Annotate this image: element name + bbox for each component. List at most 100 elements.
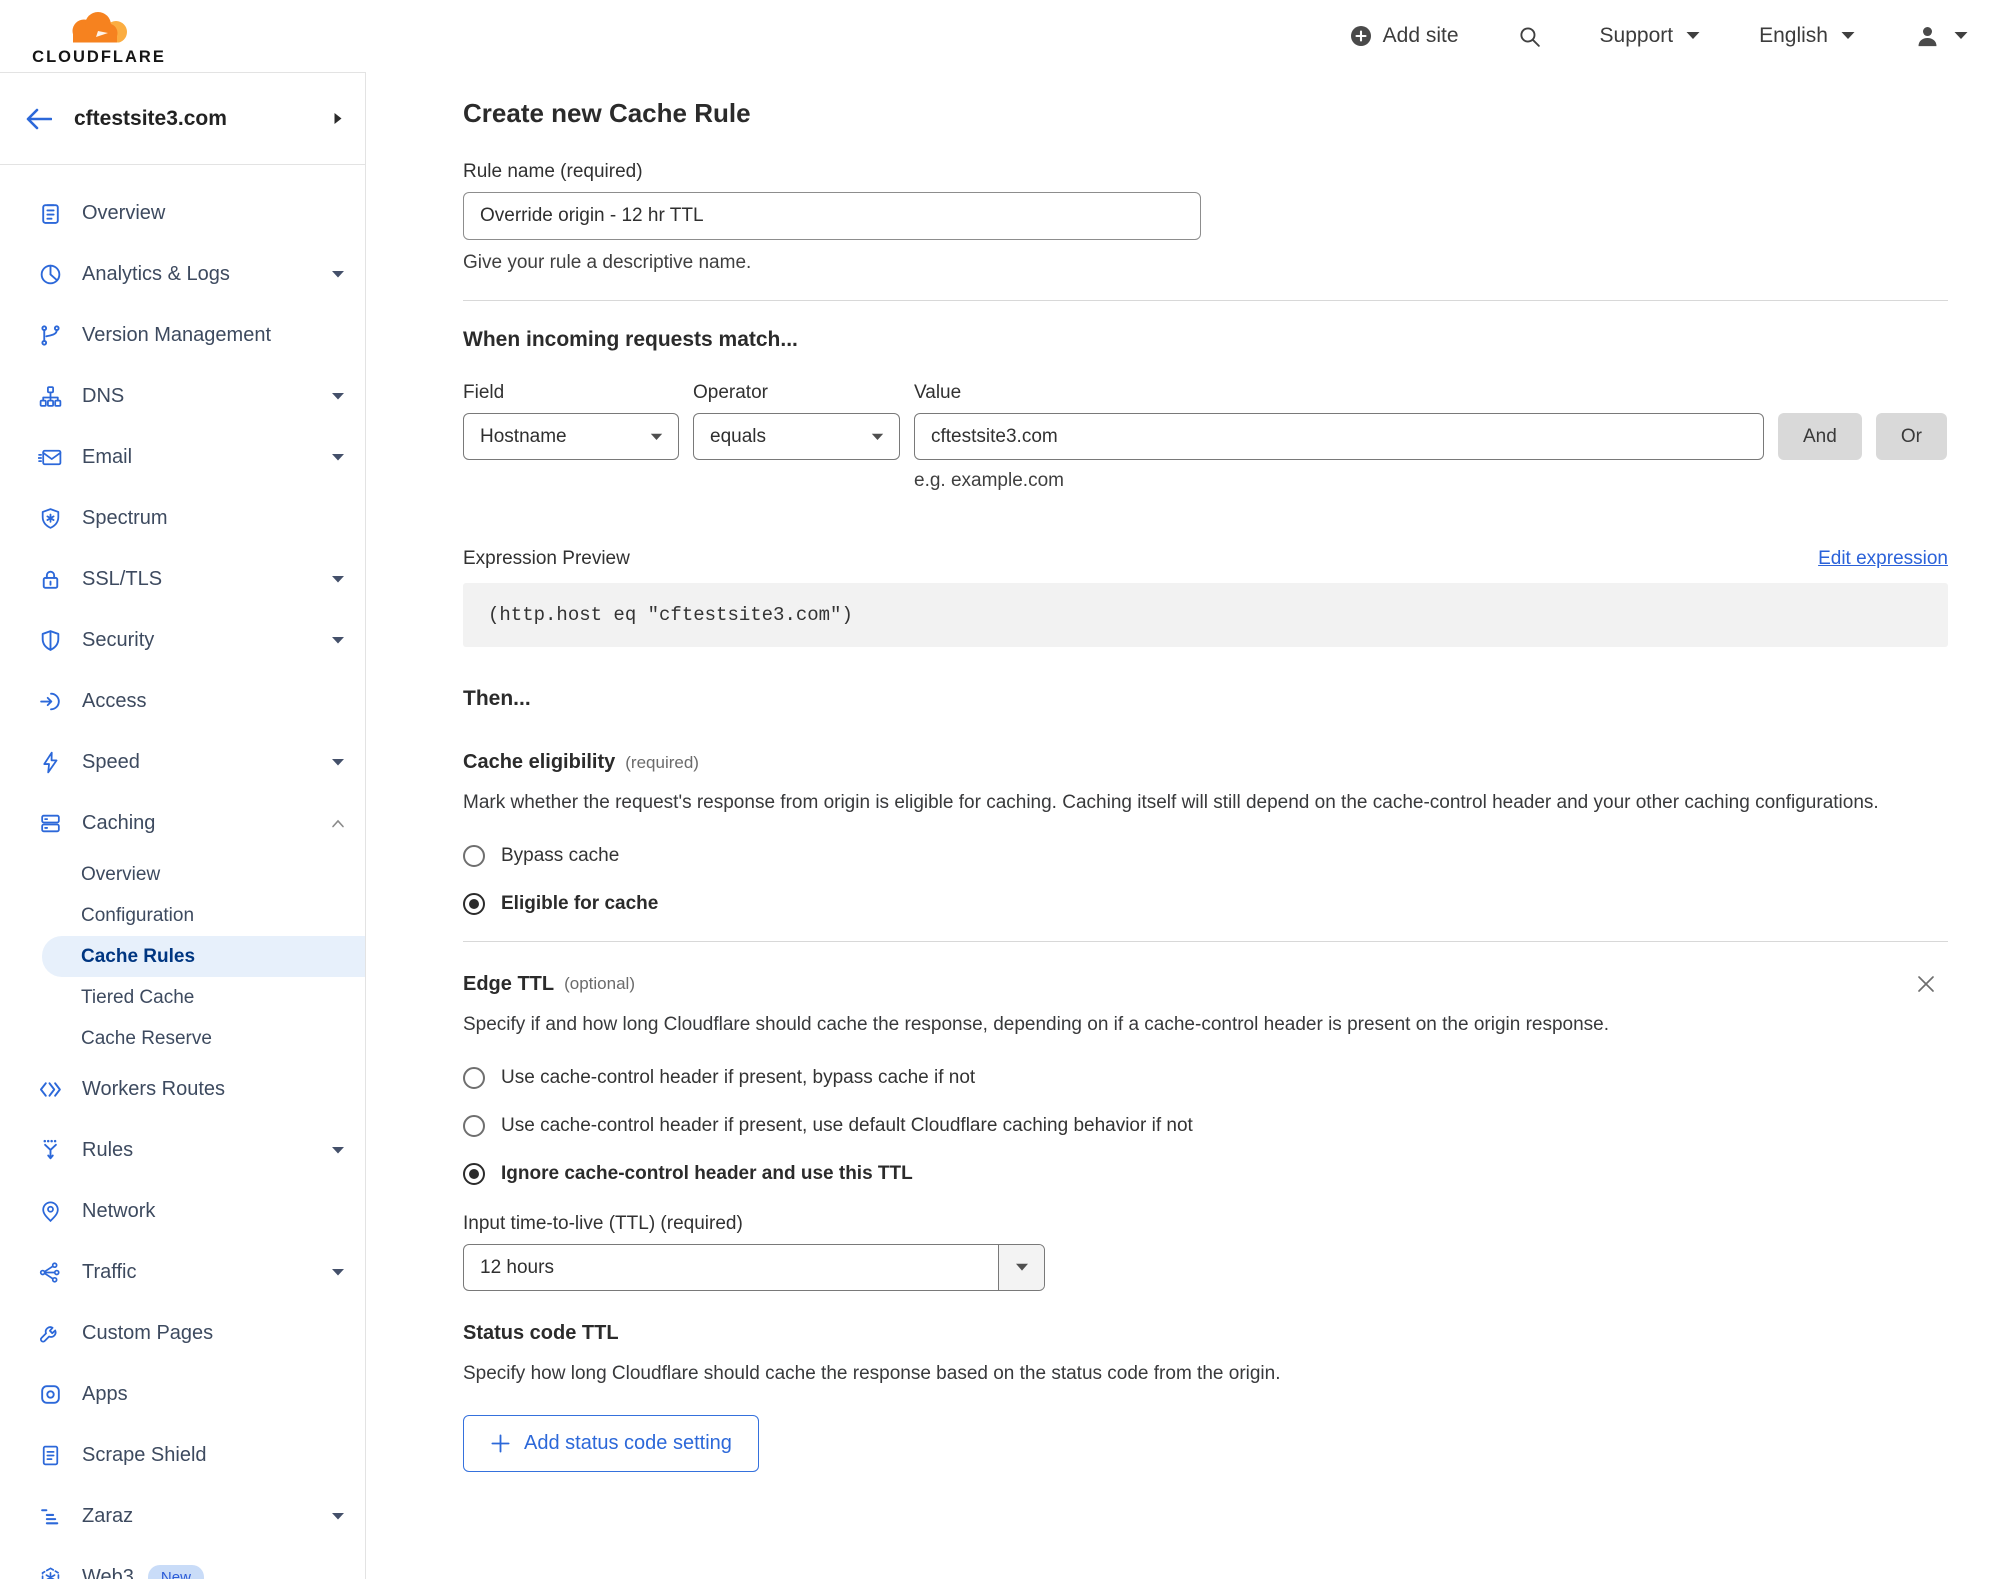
- operator-select[interactable]: equals: [693, 413, 900, 460]
- value-input[interactable]: cftestsite3.com: [914, 413, 1764, 460]
- radio-bypass-cache[interactable]: Bypass cache: [463, 845, 1948, 867]
- value-label: Value: [914, 382, 962, 403]
- sidebar-item-traffic[interactable]: Traffic: [0, 1242, 365, 1303]
- git-branch-icon: [41, 325, 60, 346]
- sidebar-item-access[interactable]: Access: [0, 671, 365, 732]
- radio-circle: [463, 845, 485, 867]
- add-status-code-setting-button[interactable]: Add status code setting: [463, 1415, 759, 1472]
- radio-eligible-for-cache[interactable]: Eligible for cache: [463, 893, 1948, 915]
- chevron-down-icon: [331, 636, 345, 645]
- funnel-icon: [43, 1139, 57, 1160]
- rule-name-input[interactable]: Override origin - 12 hr TTL: [463, 192, 1201, 240]
- page-title: Create new Cache Rule: [463, 98, 751, 128]
- select-caret-icon: [650, 433, 663, 440]
- ttl-select[interactable]: 12 hours: [463, 1244, 1045, 1291]
- radio-circle: [463, 1067, 485, 1089]
- sidebar-item-caching[interactable]: Caching: [0, 793, 365, 854]
- sidebar-item-apps[interactable]: Apps: [0, 1364, 365, 1425]
- subnav-item-cache-rules[interactable]: Cache Rules: [42, 936, 365, 977]
- radio-use-header-bypass[interactable]: Use cache-control header if present, byp…: [463, 1067, 1948, 1089]
- edge-ttl-heading: Edge TTL: [463, 972, 555, 995]
- header-actions: Add site Support English: [1349, 23, 1969, 50]
- sidebar-item-version-management[interactable]: Version Management: [0, 305, 365, 366]
- chevron-down-icon: [1685, 31, 1701, 41]
- sitemap-icon: [39, 386, 62, 407]
- lock-icon: [42, 570, 59, 589]
- operator-label: Operator: [693, 382, 768, 403]
- cloudflare-cloud-icon: [66, 12, 132, 47]
- sidebar-item-workers-routes[interactable]: Workers Routes: [0, 1059, 365, 1120]
- section-divider: [463, 941, 1948, 942]
- site-expand-button[interactable]: [333, 112, 343, 125]
- language-menu[interactable]: English: [1759, 24, 1856, 48]
- sidebar-item-overview[interactable]: Overview: [0, 183, 365, 244]
- status-code-ttl-heading: Status code TTL: [463, 1322, 619, 1344]
- search-button[interactable]: [1517, 24, 1542, 49]
- or-button[interactable]: Or: [1875, 413, 1947, 460]
- sidebar-item-scrape-shield[interactable]: Scrape Shield: [0, 1425, 365, 1486]
- close-edge-ttl-button[interactable]: [1914, 972, 1938, 996]
- and-button[interactable]: And: [1778, 413, 1862, 460]
- chevron-down-icon: [331, 270, 345, 279]
- field-select[interactable]: Hostname: [463, 413, 679, 460]
- value-helper: e.g. example.com: [914, 470, 1064, 491]
- support-label: Support: [1599, 24, 1674, 47]
- sidebar-item-zaraz[interactable]: Zaraz: [0, 1486, 365, 1547]
- document-icon: [42, 1445, 59, 1466]
- shield-icon: [41, 630, 60, 651]
- rule-name-label: Rule name (required): [463, 161, 643, 182]
- subnav-item-configuration[interactable]: Configuration: [0, 895, 365, 936]
- clipboard-icon: [42, 204, 59, 224]
- subnav-item-overview[interactable]: Overview: [0, 854, 365, 895]
- language-label: English: [1759, 24, 1828, 47]
- chevron-down-icon: [1840, 31, 1856, 41]
- sidebar-item-custom-pages[interactable]: Custom Pages: [0, 1303, 365, 1364]
- wrench-icon: [40, 1326, 57, 1343]
- site-name: cftestsite3.com: [74, 106, 227, 130]
- sidebar-item-dns[interactable]: DNS: [0, 366, 365, 427]
- sidebar-item-security[interactable]: Security: [0, 610, 365, 671]
- code-brackets-icon: [39, 1082, 61, 1097]
- cloudflare-logo[interactable]: CLOUDFLARE: [16, 7, 182, 67]
- match-heading: When incoming requests match...: [463, 328, 798, 351]
- section-divider: [463, 300, 1948, 301]
- radio-circle-selected: [463, 893, 485, 915]
- sidebar-item-ssl-tls[interactable]: SSL/TLS: [0, 549, 365, 610]
- select-caret-icon: [871, 433, 884, 440]
- operator-column: Operator equals: [693, 382, 900, 460]
- subnav-item-tiered-cache[interactable]: Tiered Cache: [0, 977, 365, 1018]
- match-row: Field Hostname Operator equals Value cft…: [463, 382, 1948, 460]
- account-menu[interactable]: [1914, 23, 1969, 50]
- stacked-bars-icon: [41, 1509, 59, 1525]
- sidebar-item-analytics-logs[interactable]: Analytics & Logs: [0, 244, 365, 305]
- sidebar: cftestsite3.com Overview Analytics & Log…: [0, 72, 366, 1579]
- brand-wordmark: CLOUDFLARE: [32, 48, 166, 66]
- sidebar-item-spectrum[interactable]: Spectrum: [0, 488, 365, 549]
- radio-use-header-default[interactable]: Use cache-control header if present, use…: [463, 1115, 1948, 1137]
- chevron-down-icon: [331, 453, 345, 462]
- sidebar-item-rules[interactable]: Rules: [0, 1120, 365, 1181]
- cache-eligibility-heading: Cache eligibility: [463, 751, 616, 773]
- support-menu[interactable]: Support: [1600, 24, 1702, 48]
- lightning-icon: [43, 751, 58, 774]
- ttl-select-caret-button[interactable]: [998, 1245, 1044, 1290]
- edit-expression-link[interactable]: Edit expression: [1818, 548, 1948, 570]
- rule-name-helper: Give your rule a descriptive name.: [463, 252, 752, 273]
- server-stack-icon: [41, 814, 60, 833]
- expression-header-row: Expression Preview Edit expression: [463, 548, 1948, 570]
- add-site-button[interactable]: Add site: [1349, 24, 1459, 48]
- subnav-item-cache-reserve[interactable]: Cache Reserve: [0, 1018, 365, 1059]
- sidebar-item-email[interactable]: Email: [0, 427, 365, 488]
- then-heading: Then...: [463, 687, 531, 710]
- sidebar-item-web3[interactable]: Web3 New: [0, 1547, 365, 1579]
- main-content: Create new Cache Rule Rule name (require…: [366, 72, 1999, 1579]
- triangle-right-icon: [334, 113, 342, 124]
- radio-ignore-header-use-ttl[interactable]: Ignore cache-control header and use this…: [463, 1163, 1948, 1185]
- envelope-icon: [38, 449, 62, 466]
- sidebar-item-network[interactable]: Network: [0, 1181, 365, 1242]
- close-icon: [1918, 976, 1934, 992]
- chevron-down-icon: [331, 1512, 345, 1521]
- sidebar-item-speed[interactable]: Speed: [0, 732, 365, 793]
- back-arrow-icon[interactable]: [26, 108, 52, 130]
- app-box-icon: [41, 1385, 60, 1404]
